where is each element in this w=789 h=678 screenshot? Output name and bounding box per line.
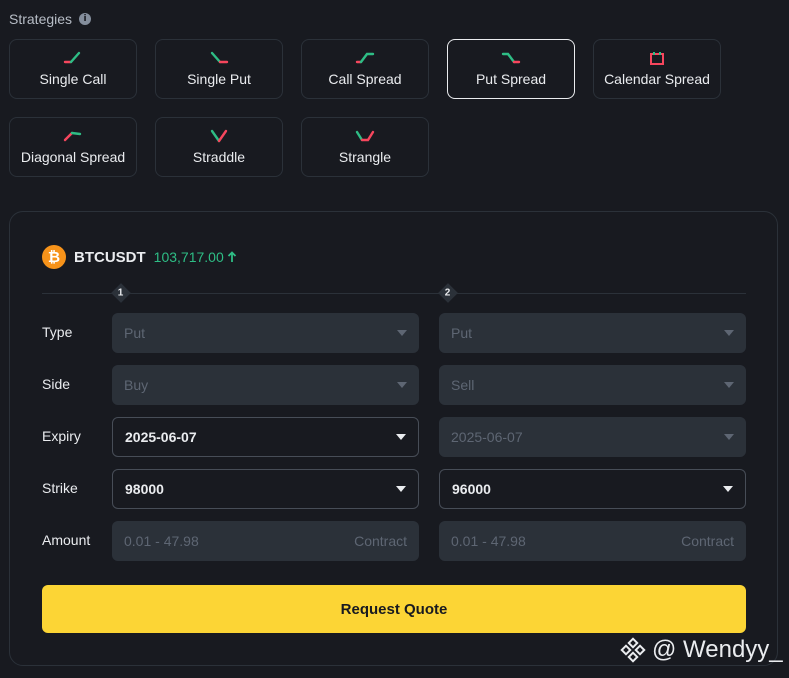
leg-number: 2 (445, 287, 451, 299)
leg-divider (42, 293, 746, 294)
strategy-label: Single Call (39, 71, 107, 87)
put-spread-icon (501, 52, 521, 64)
leg-badge-2: 2 (438, 283, 458, 303)
leg1-amount-unit: Contract (354, 533, 407, 549)
watermark: @ Wendyy_ (620, 636, 783, 664)
calendar-spread-icon (650, 52, 664, 65)
single-put-icon (210, 51, 229, 64)
leg1-type-value: Put (124, 325, 146, 341)
strategy-single-call[interactable]: Single Call (9, 39, 137, 99)
strategy-strangle[interactable]: Strangle (301, 117, 429, 177)
chevron-down-icon (397, 330, 407, 336)
strategies-header: Strategies i (9, 11, 92, 27)
strategy-label: Diagonal Spread (20, 149, 126, 165)
strategy-label: Strangle (338, 149, 392, 165)
watermark-text: @ Wendyy_ (652, 636, 783, 663)
leg-badge-1: 1 (111, 283, 131, 303)
amount-label: Amount (42, 532, 91, 548)
leg1-amount-input[interactable]: 0.01 - 47.98 Contract (112, 521, 419, 561)
strategy-diagonal-spread[interactable]: Diagonal Spread (9, 117, 137, 177)
ticker-price: 103,717.00 (154, 249, 237, 265)
leg2-amount-unit: Contract (681, 533, 734, 549)
leg2-side-value: Sell (451, 377, 475, 393)
leg1-side-value: Buy (124, 377, 149, 393)
leg1-strike-select[interactable]: 98000 (112, 469, 419, 509)
leg2-amount-input[interactable]: 0.01 - 47.98 Contract (439, 521, 746, 561)
strangle-icon (355, 130, 375, 142)
ticker: ₿ BTCUSDT 103,717.00 (42, 245, 237, 269)
ticker-price-value: 103,717.00 (153, 249, 224, 265)
leg1-type-select[interactable]: Put (112, 313, 419, 353)
leg2-type-value: Put (451, 325, 473, 341)
chevron-down-icon (396, 434, 406, 440)
chevron-down-icon (723, 486, 733, 492)
bitcoin-icon: ₿ (42, 245, 66, 269)
leg2-strike-value: 96000 (452, 481, 491, 497)
single-call-icon (63, 51, 81, 64)
diagonal-spread-icon (63, 131, 82, 142)
call-spread-icon (355, 52, 375, 64)
leg1-amount-placeholder: 0.01 - 47.98 (124, 533, 199, 549)
leg2-strike-select[interactable]: 96000 (439, 469, 746, 509)
chevron-down-icon (397, 382, 407, 388)
chevron-down-icon (724, 330, 734, 336)
strategy-single-put[interactable]: Single Put (155, 39, 283, 99)
strategy-label: Call Spread (328, 71, 402, 87)
strategy-label: Calendar Spread (604, 71, 710, 87)
leg-number: 1 (118, 287, 124, 299)
strategy-label: Straddle (192, 149, 246, 165)
chevron-down-icon (724, 382, 734, 388)
strike-label: Strike (42, 480, 78, 496)
type-label: Type (42, 324, 73, 340)
strategy-label: Single Put (187, 71, 251, 87)
leg1-strike-value: 98000 (125, 481, 164, 497)
request-quote-button[interactable]: Request Quote (42, 585, 746, 633)
leg1-expiry-select[interactable]: 2025-06-07 (112, 417, 419, 457)
leg1-side-select[interactable]: Buy (112, 365, 419, 405)
ticker-symbol: BTCUSDT (74, 248, 146, 266)
leg2-expiry-value: 2025-06-07 (451, 429, 523, 445)
strategy-call-spread[interactable]: Call Spread (301, 39, 429, 99)
arrow-up-icon (227, 251, 236, 262)
chevron-down-icon (396, 486, 406, 492)
side-label: Side (42, 376, 71, 392)
leg2-expiry-select[interactable]: 2025-06-07 (439, 417, 746, 457)
strategy-calendar-spread[interactable]: Calendar Spread (593, 39, 721, 99)
strategies-title: Strategies (9, 11, 73, 27)
leg2-amount-placeholder: 0.01 - 47.98 (451, 533, 526, 549)
strategy-label: Put Spread (475, 71, 547, 87)
leg2-type-select[interactable]: Put (439, 313, 746, 353)
order-panel: ₿ BTCUSDT 103,717.00 1 2 Type Side Expir… (9, 211, 778, 666)
strategy-straddle[interactable]: Straddle (155, 117, 283, 177)
info-icon[interactable]: i (79, 13, 92, 25)
binance-logo-icon (620, 637, 646, 663)
straddle-icon (210, 129, 228, 143)
strategy-put-spread[interactable]: Put Spread (447, 39, 575, 99)
leg1-expiry-value: 2025-06-07 (125, 429, 197, 445)
chevron-down-icon (724, 434, 734, 440)
expiry-label: Expiry (42, 428, 81, 444)
leg2-side-select[interactable]: Sell (439, 365, 746, 405)
